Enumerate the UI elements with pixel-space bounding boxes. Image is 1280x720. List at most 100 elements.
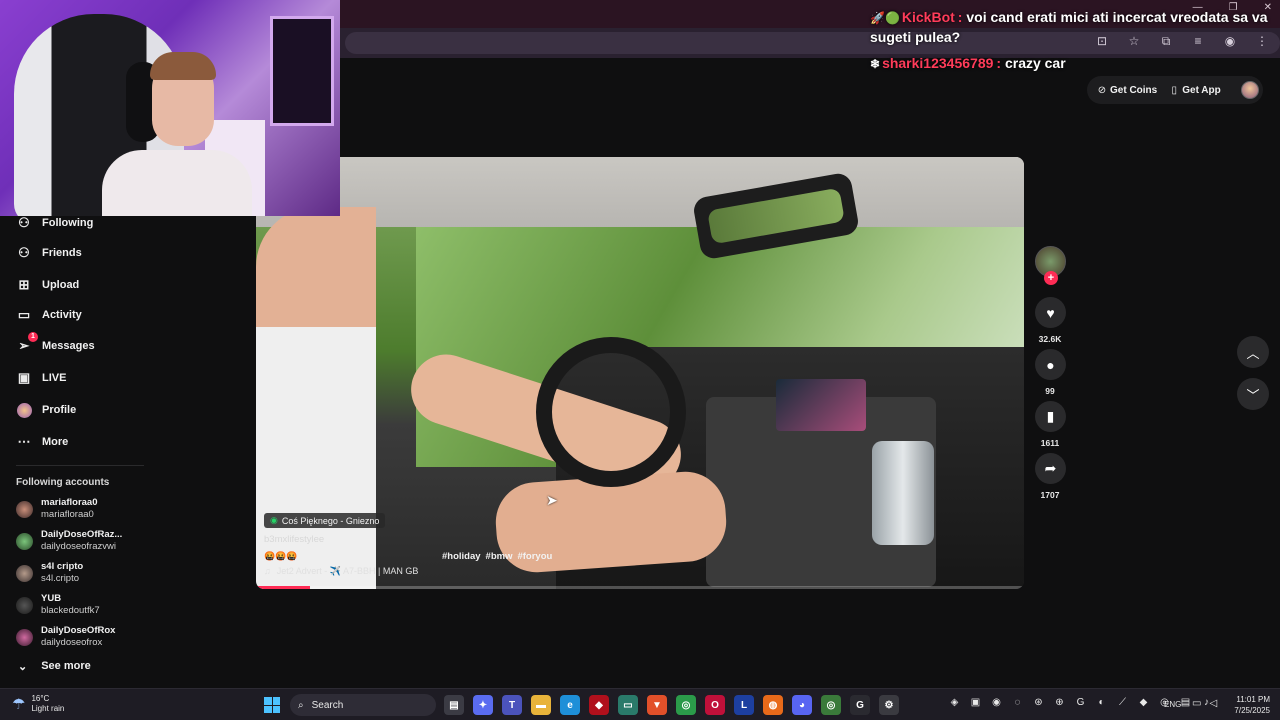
following-account[interactable]: YUB blackedoutfk7 xyxy=(16,593,100,617)
account-avatar xyxy=(16,532,33,550)
video-progress-bar[interactable] xyxy=(256,586,1024,589)
like-button[interactable]: ♥ xyxy=(1035,297,1066,328)
chat-text: crazy car xyxy=(1004,55,1066,71)
edge-icon[interactable]: e xyxy=(560,695,580,715)
see-more-button[interactable]: ⌄ See more xyxy=(18,660,91,673)
search-placeholder: Search xyxy=(311,699,344,711)
app-g-icon[interactable]: G xyxy=(850,695,870,715)
follow-plus-icon[interactable]: + xyxy=(1044,271,1058,285)
chrome-active-icon[interactable]: ◎ xyxy=(821,695,841,715)
copilot-icon[interactable]: ✦ xyxy=(473,695,493,715)
volume-icon: ◁ xyxy=(1209,698,1218,709)
chevron-up-icon: ︿ xyxy=(1246,345,1260,361)
chevron-down-icon: ﹀ xyxy=(1246,387,1260,403)
video-music[interactable]: ♫ Jet2 Advert - ✈️ A7-BBH | MAN GB xyxy=(264,566,418,577)
sidebar-item-more[interactable]: ⋯ More xyxy=(16,434,69,450)
share-button[interactable]: ➦ xyxy=(1035,453,1066,484)
sidebar-item-activity[interactable]: ▭ Activity xyxy=(16,307,82,323)
upload-icon: ⊞ xyxy=(18,277,30,292)
account-name: mariafloraa0 xyxy=(41,497,98,508)
video-author[interactable]: b3mxlifestylee xyxy=(264,534,324,545)
tray-app-icon[interactable]: ◆ xyxy=(1137,697,1150,708)
app-settings-icon[interactable]: ⚙ xyxy=(879,695,899,715)
taskbar-clock[interactable]: 11:01 PM 7/25/2025 xyxy=(1224,694,1270,716)
tray-app-icon[interactable]: ⟋ xyxy=(1116,697,1129,708)
sidebar-item-messages[interactable]: ➢ 1 Messages xyxy=(16,332,95,354)
account-handle: blackedoutfk7 xyxy=(41,605,100,616)
weather-temperature: 16°C xyxy=(31,694,50,703)
see-more-label: See more xyxy=(41,660,91,672)
system-status-icons[interactable]: ▭ ◁ xyxy=(1192,698,1217,709)
like-count: 32.6K xyxy=(1038,334,1062,344)
chat-separator: : xyxy=(996,55,1002,71)
tray-app-icon[interactable]: ⊕ xyxy=(1053,697,1066,708)
get-coins-label: Get Coins xyxy=(1110,84,1158,96)
hashtag[interactable]: #bmw xyxy=(486,551,513,562)
sidebar-item-upload[interactable]: ⊞ Upload xyxy=(16,277,80,293)
sidebar-divider xyxy=(16,465,144,466)
get-coins-button[interactable]: ⊘ Get Coins xyxy=(1097,85,1157,96)
coin-icon: ⊘ xyxy=(1097,84,1107,96)
following-account[interactable]: DailyDoseOfRox dailydoseofrox xyxy=(16,625,115,649)
tray-app-icon[interactable]: ◈ xyxy=(948,697,961,708)
discord-icon[interactable]: ◕ xyxy=(792,695,812,715)
sidebar-item-friends[interactable]: ⚇ Friends xyxy=(16,245,82,261)
hashtag[interactable]: #foryou xyxy=(517,551,552,562)
weather-condition: Light rain xyxy=(31,704,65,713)
tray-app-icon[interactable]: ▣ xyxy=(969,697,982,708)
weather-widget[interactable]: ☂ 16°C Light rain xyxy=(12,694,64,714)
following-account[interactable]: s4l cripto s4l.cripto xyxy=(16,561,83,585)
save-button[interactable]: ▮ xyxy=(1035,401,1066,432)
chat-username: KickBot xyxy=(901,9,955,25)
get-app-button[interactable]: ▯ Get App xyxy=(1169,85,1220,96)
messages-icon: ➢ 1 xyxy=(16,332,38,354)
mouse-cursor-icon: ➤ xyxy=(546,492,558,508)
comment-button[interactable]: ● xyxy=(1035,349,1066,380)
chrome-icon[interactable]: ◎ xyxy=(676,695,696,715)
chat-badges: ❄ xyxy=(870,57,881,71)
tray-app-icon[interactable]: G xyxy=(1074,697,1087,708)
sidebar-item-following[interactable]: ⚇ Following xyxy=(16,215,93,231)
chat-username: sharki123456789 xyxy=(882,55,994,71)
file-explorer-icon[interactable]: ▬ xyxy=(531,695,551,715)
location-tag[interactable]: ◉ Coś Pięknego - Gniezno xyxy=(264,513,386,528)
following-account[interactable]: mariafloraa0 mariafloraa0 xyxy=(16,497,98,521)
previous-video-button[interactable]: ︿ xyxy=(1237,336,1269,368)
teams-icon[interactable]: T xyxy=(502,695,522,715)
sidebar-item-label: Activity xyxy=(42,309,82,321)
taskbar-search[interactable]: ⌕ Search xyxy=(290,694,436,716)
sidebar-item-profile[interactable]: Profile xyxy=(16,402,76,418)
app-l-icon[interactable]: L xyxy=(734,695,754,715)
tray-app-icon[interactable]: ⊛ xyxy=(1032,697,1045,708)
profile-icon xyxy=(16,402,32,418)
firefox-icon[interactable]: ◍ xyxy=(763,695,783,715)
music-title: Jet2 Advert - ✈️ A7-BBH | MAN GB xyxy=(276,566,419,576)
video-scene-driver xyxy=(256,207,376,589)
task-view-icon[interactable]: ▤ xyxy=(444,695,464,715)
brave-icon[interactable]: ▼ xyxy=(647,695,667,715)
chevron-down-icon: ⌄ xyxy=(18,661,28,673)
opera-icon[interactable]: O xyxy=(705,695,725,715)
next-video-button[interactable]: ﹀ xyxy=(1237,378,1269,410)
music-note-icon: ♫ xyxy=(264,566,271,576)
video-player[interactable]: ◉ Coś Pięknego - Gniezno b3mxlifestylee 🤬… xyxy=(256,157,1024,589)
hashtag[interactable]: #holiday xyxy=(442,551,481,562)
location-label: Coś Pięknego - Gniezno xyxy=(281,515,380,526)
sidebar-item-label: Friends xyxy=(42,247,82,259)
tray-app-icon[interactable]: ◌ xyxy=(1011,697,1024,708)
tray-app-icon[interactable]: ◉ xyxy=(990,697,1003,708)
account-avatar xyxy=(16,500,33,518)
sidebar-item-label: More xyxy=(42,436,69,448)
user-avatar[interactable] xyxy=(1240,81,1259,99)
comment-count: 99 xyxy=(1045,386,1055,396)
account-name: DailyDoseOfRox xyxy=(41,625,116,636)
sidebar-item-live[interactable]: ▣ LIVE xyxy=(16,370,67,386)
app-red-icon[interactable]: ◆ xyxy=(589,695,609,715)
windows-start-button[interactable] xyxy=(264,697,280,713)
input-language[interactable]: ENG xyxy=(1164,700,1181,709)
tray-app-icon[interactable]: ◐ xyxy=(1095,697,1108,708)
following-account[interactable]: DailyDoseOfRaz... dailydoseofrazvwi xyxy=(16,529,122,553)
store-icon[interactable]: ▭ xyxy=(618,695,638,715)
account-handle: mariafloraa0 xyxy=(41,509,94,520)
sidebar-item-label: Messages xyxy=(42,340,95,352)
